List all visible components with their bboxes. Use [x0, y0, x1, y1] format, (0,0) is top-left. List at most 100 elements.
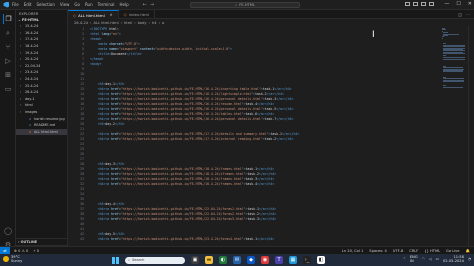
command-center[interactable]: ⌕ FE-HTML: [190, 2, 300, 8]
files-icon[interactable]: ❐: [3, 14, 13, 24]
notification-bell-icon[interactable]: ◔: [468, 257, 471, 261]
status-item[interactable]: ⚡ 0: [33, 249, 39, 253]
customize-layout-icon[interactable]: [429, 2, 434, 6]
code-tag: >: [139, 52, 142, 56]
tree-item[interactable]: › 18-4-24: [16, 43, 67, 50]
activity-bar: ❐ ⌕ ⑂ ▷ ⊞ ▭ ◯ ⚙: [0, 10, 16, 254]
toggle-sidebar-icon[interactable]: [405, 2, 410, 6]
code-text: Document: [111, 52, 127, 56]
tree-item-label: 16-4-24: [25, 30, 39, 35]
tree-item[interactable]: › 17-4-24: [16, 36, 67, 43]
account-icon[interactable]: ◯: [3, 226, 13, 236]
vertical-scrollbar[interactable]: [468, 26, 474, 254]
run-debug-icon[interactable]: ▷: [3, 56, 13, 66]
battery-icon[interactable]: ▭: [436, 257, 439, 261]
store-icon[interactable]: ▦: [289, 256, 297, 264]
tree-item[interactable]: ▫ ALL html.html: [16, 128, 67, 136]
outline-section[interactable]: › OUTLINE: [16, 238, 68, 244]
code-tag: >: [281, 92, 284, 96]
toggle-panel-icon[interactable]: [413, 2, 418, 6]
tree-item-label: harish resume.jpg: [34, 116, 65, 121]
tab-all-html[interactable]: ◇ ALL html.html ✕: [68, 10, 119, 19]
search-icon[interactable]: ⌕: [3, 28, 13, 38]
tab-index-html[interactable]: ◇ index.html: [119, 10, 155, 19]
status-item[interactable]: ⊗ 0 ⚠ 0: [14, 249, 28, 253]
tree-item[interactable]: › 20-4-24: [16, 56, 67, 63]
tree-item[interactable]: ▫ README.md: [16, 122, 67, 129]
terminal-icon[interactable]: ›_: [303, 256, 311, 264]
breadcrumb-item[interactable]: ALL html.html: [93, 21, 118, 25]
split-editor-icon[interactable]: ◫: [458, 12, 462, 17]
weather-widget[interactable]: 39°C Sunny: [3, 255, 22, 264]
tree-item[interactable]: › 25-4-24: [16, 82, 67, 89]
menu-item-selection[interactable]: Selection: [36, 2, 54, 7]
menu-item-edit[interactable]: Edit: [24, 2, 32, 7]
tray-chevron-icon[interactable]: ⌃: [403, 257, 406, 261]
breadcrumb-item[interactable]: 26-4-24: [74, 21, 88, 25]
task-view-icon[interactable]: ▣: [191, 256, 199, 264]
tree-item[interactable]: › day-1: [16, 96, 67, 103]
status-item[interactable]: UTF-8: [393, 249, 403, 253]
menu-bar: File Edit Selection View Go Run Terminal Help: [12, 2, 129, 7]
taskbar-search[interactable]: ⌕ Search: [125, 256, 185, 264]
tree-item[interactable]: › 16-4-24: [16, 30, 67, 37]
chrome-icon[interactable]: ◉: [261, 256, 269, 264]
tree-item[interactable]: › html: [16, 102, 67, 109]
tree-item[interactable]: › 26-4-24: [16, 89, 67, 96]
menu-item-view[interactable]: View: [60, 2, 70, 7]
vscode-taskbar-icon[interactable]: ◆: [247, 256, 255, 264]
tree-item[interactable]: › 22-04-24: [16, 63, 67, 70]
code-editor[interactable]: 1 <!DOCTYPE html> 2 <html lang="en"> 3 <head>…: [68, 26, 440, 254]
tree-item[interactable]: › 23-4-24: [16, 69, 67, 76]
remote-explorer-icon[interactable]: ▭: [3, 84, 13, 94]
photos-icon[interactable]: ◧: [317, 256, 325, 264]
mail-icon[interactable]: ✉: [233, 256, 241, 264]
menu-item-help[interactable]: Help: [120, 2, 129, 7]
more-actions-icon[interactable]: ⋯: [466, 12, 470, 17]
breadcrumb-item[interactable]: h4: [152, 21, 157, 25]
status-item[interactable]: {} HTML: [424, 249, 440, 253]
tree-item[interactable]: › 19-4-24: [16, 49, 67, 56]
status-item[interactable]: Spaces: 4: [369, 249, 386, 253]
toggle-secondary-sidebar-icon[interactable]: [421, 2, 426, 6]
forward-arrow-icon[interactable]: →: [150, 2, 154, 8]
tree-item[interactable]: ▫ harish resume.jpg: [16, 115, 67, 122]
code-text: task-1: [262, 87, 275, 91]
status-item[interactable]: Ln 20, Col 1: [342, 249, 363, 253]
volume-icon[interactable]: ◁: [429, 257, 432, 261]
minimap-line: [443, 71, 464, 73]
tree-item[interactable]: › 15-4-24: [16, 23, 67, 30]
extensions-icon[interactable]: ⊞: [3, 70, 13, 80]
file-explorer-icon[interactable]: ▬: [205, 256, 213, 264]
close-tab-icon[interactable]: ✕: [110, 13, 113, 17]
wifi-icon[interactable]: ◠: [422, 257, 425, 261]
menu-item-run[interactable]: Run: [85, 2, 93, 7]
maximize-button[interactable]: ☐: [456, 1, 460, 7]
status-item[interactable]: 🔔: [466, 249, 470, 253]
breadcrumb-item[interactable]: body: [138, 21, 147, 25]
menu-item-terminal[interactable]: Terminal: [98, 2, 115, 7]
code-tag: >: [99, 37, 102, 41]
teams-icon[interactable]: T: [275, 256, 283, 264]
code-attr: lang=: [99, 32, 112, 36]
status-item[interactable]: CRLF: [409, 249, 418, 253]
lang-indicator[interactable]: ENG IN: [410, 255, 418, 264]
breadcrumb-item[interactable]: html: [124, 21, 132, 25]
tree-item[interactable]: › 24-4-24: [16, 76, 67, 83]
status-item[interactable]: Go Live: [446, 249, 459, 253]
minimap[interactable]: [440, 26, 466, 254]
windows-start-icon[interactable]: [112, 256, 119, 264]
menu-item-file[interactable]: File: [12, 2, 19, 7]
clock[interactable]: 11:58 02-05-2024: [443, 255, 464, 264]
tree-item-label: 26-4-24: [25, 90, 39, 95]
edge-browser-icon[interactable]: ◐: [219, 256, 227, 264]
minimize-button[interactable]: —: [444, 1, 449, 7]
tree-item[interactable]: › images: [16, 109, 67, 116]
back-arrow-icon[interactable]: ←: [143, 2, 147, 8]
source-control-icon[interactable]: ⑂: [3, 42, 13, 52]
menu-item-go[interactable]: Go: [74, 2, 80, 7]
code-tag: </h3: [114, 122, 123, 126]
breadcrumb-item[interactable]: a: [162, 21, 164, 25]
close-button[interactable]: ✕: [468, 1, 472, 7]
